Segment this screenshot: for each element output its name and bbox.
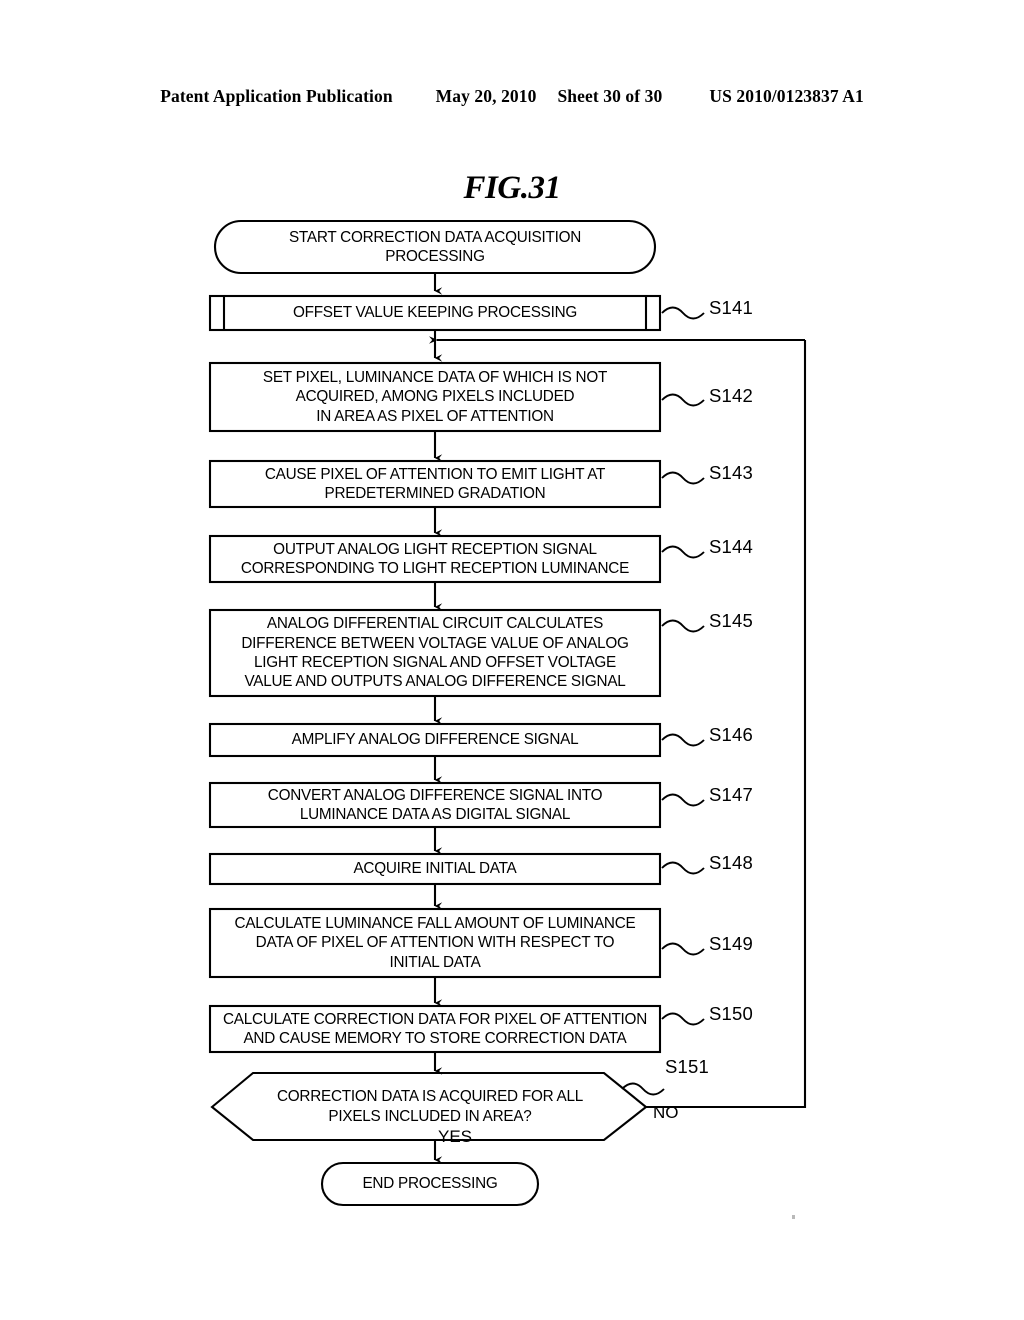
s148-label: ACQUIRE INITIAL DATA [353,860,517,878]
leader-squiggle-s149 [661,942,705,956]
s151-decision-label: CORRECTION DATA IS ACQUIRED FOR ALL PIXE… [276,1088,584,1125]
s143-label: CAUSE PIXEL OF ATTENTION TO EMIT LIGHT A… [264,465,606,502]
s141-label: OFFSET VALUE KEEPING PROCESSING [292,304,578,322]
leader-squiggle-s147 [661,793,705,807]
step-number-s151: S151 [665,1056,710,1077]
end-terminator-label: END PROCESSING [362,1175,498,1193]
s147-label: CONVERT ANALOG DIFFERENCE SIGNAL INTO LU… [267,786,603,823]
s142-label: SET PIXEL, LUMINANCE DATA OF WHICH IS NO… [262,368,608,425]
s145-label: ANALOG DIFFERENTIAL CIRCUIT CALCULATES D… [241,615,629,691]
branch-label-no: NO [653,1103,679,1122]
step-number-s146: S146 [709,724,754,745]
leader-squiggle-s142 [661,393,705,407]
step-number-s141: S141 [709,297,754,318]
step-number-s145: S145 [709,610,754,631]
step-number-s143: S143 [709,462,754,483]
s144-label: OUTPUT ANALOG LIGHT RECEPTION SIGNAL COR… [240,540,630,577]
s146-label: AMPLIFY ANALOG DIFFERENCE SIGNAL [291,731,579,749]
leader-squiggle-s150 [661,1012,705,1026]
s150-label: CALCULATE CORRECTION DATA FOR PIXEL OF A… [222,1010,647,1047]
leader-squiggle-s141 [661,306,705,320]
leader-squiggle-s143 [661,471,705,485]
leader-squiggle-s145 [661,619,705,633]
step-number-s142: S142 [709,385,754,406]
scan-artifact-speck [792,1215,795,1219]
step-number-s144: S144 [709,536,754,557]
step-number-s147: S147 [709,784,754,805]
leader-squiggle-s146 [661,733,705,747]
step-number-s150: S150 [709,1003,754,1024]
step-number-s148: S148 [709,852,754,873]
step-number-s149: S149 [709,933,754,954]
start-terminator-label: START CORRECTION DATA ACQUISITION PROCES… [288,228,582,265]
leader-squiggle-s144 [661,545,705,559]
leader-squiggle-s148 [661,861,705,875]
branch-label-yes: YES [438,1127,473,1146]
s149-label: CALCULATE LUMINANCE FALL AMOUNT OF LUMIN… [234,914,636,971]
